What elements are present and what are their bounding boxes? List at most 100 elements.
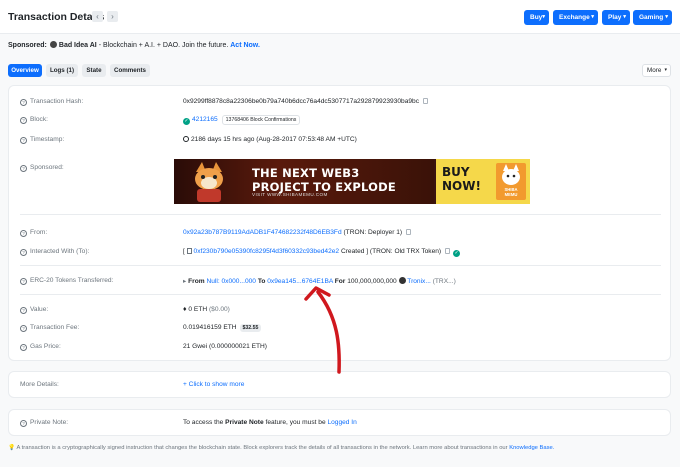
contract-address-link[interactable]: 0xf230b790e05390fc8295f4d3f60332c93bed42… [194,248,340,255]
banner-cta-line1: BUY [442,165,470,179]
help-icon: ? [20,420,27,427]
private-note-value: To access the Private Note feature, you … [183,419,357,426]
private-note-label: ? Private Note: [20,419,68,427]
copy-icon[interactable] [445,248,451,254]
check-circle-icon: ✓ [183,118,190,125]
sponsored-banner-ad[interactable]: THE NEXT WEB3 PROJECT TO EXPLODE VISIT W… [174,159,530,204]
help-icon: ? [20,307,27,314]
help-icon: ? [20,137,27,144]
sponsor-logo-icon [49,41,57,48]
more-options-label: More [647,67,662,74]
sponsor-name: Bad Idea AI [58,42,97,49]
block-label: ? Block: [20,116,48,124]
value-usd: ($0.00) [208,306,230,313]
header-bar: Transaction Details ‹ › Buy ▾ Exchange ▾ P… [0,0,680,34]
timestamp-text: 2186 days 15 hrs ago (Aug-28-2017 07:53:… [191,136,357,143]
tab-comments[interactable]: Comments [110,64,150,77]
banner-cta-line2: NOW! [442,179,481,193]
chevron-right-icon: › [111,12,114,21]
more-options-button[interactable]: More ▾ [642,64,671,77]
note-text-mid: feature, you must be [265,419,326,426]
erc20-transfer: ▸ From Null: 0x000...000 To 0x9ea145...6… [183,277,456,285]
buy-menu-button[interactable]: Buy ▾ [524,10,549,25]
interacted-with-label: ? Interacted With (To): [20,248,89,256]
tx-fee-usd-badge: $32.55 [239,324,262,332]
more-details-card: More Details: + Click to show more [8,371,671,398]
from-value: 0x92a23b787B9119AdADB1F474682232f48D6EB3… [183,229,412,236]
banner-line1: THE NEXT WEB3 [252,166,360,180]
erc20-from-word: From [188,278,205,285]
gas-price-label: ? Gas Price: [20,343,61,351]
note-text-bold: Private Note [225,419,264,426]
show-more-text: + Click to show more [183,381,245,388]
note-text-before: To access the [183,419,224,426]
footer-text: A transaction is a cryptographically sig… [16,445,508,451]
ethereum-icon: ♦ [183,306,187,313]
tab-state[interactable]: State [82,64,106,77]
more-details-label: More Details: [20,381,59,388]
block-confirmations-badge: 13768406 Block Confirmations [221,115,301,125]
from-address-link[interactable]: 0x92a23b787B9119AdADB1F474682232f48D6EB3… [183,229,342,236]
copy-icon[interactable] [406,229,412,235]
created-tag: Created ] [340,248,369,255]
value-eth: 0 ETH [188,306,208,313]
tx-hash-text: 0x9299ff8878c8a22306be0b79a740b6dcc76a4d… [183,98,420,105]
gas-price-gwei: 21 Gwei [183,343,208,350]
erc20-amount: 100,000,000,000 [347,278,397,285]
buy-menu-label: Buy [530,14,543,21]
copy-icon[interactable] [423,98,429,104]
verified-check-icon: ✓ [453,250,461,257]
banner-headline: THE NEXT WEB3 PROJECT TO EXPLODE [252,166,396,194]
erc20-label: ? ERC-20 Tokens Transferred: [20,277,113,285]
sponsored-row-label: ? Sponsored: [20,164,64,172]
erc20-from-link[interactable]: Null: 0x000...000 [206,278,256,285]
exchange-menu-button[interactable]: Exchange ▾ [553,10,598,25]
play-menu-button[interactable]: Play ▾ [602,10,630,25]
private-note-card: ? Private Note: To access the Private Not… [8,409,671,436]
help-icon: ? [20,325,27,332]
tab-overview[interactable]: Overview [8,64,42,77]
shiba-mascot-icon [195,162,223,202]
chevron-left-icon: ‹ [96,12,99,21]
token-link[interactable]: Tronix... [407,278,431,285]
tx-fee-value: 0.019416159 ETH $32.55 [183,324,262,332]
tab-logs[interactable]: Logs (1) [46,64,78,77]
lightbulb-icon: 💡 [8,445,16,451]
help-icon: ? [20,99,27,106]
value-value: ♦ 0 ETH ($0.00) [183,306,230,313]
knowledge-base-link[interactable]: Knowledge Base. [509,445,554,451]
prev-tx-button[interactable]: ‹ [92,11,103,22]
tx-fee-label: ? Transaction Fee: [20,324,79,332]
tx-hash-label: ? Transaction Hash: [20,98,83,106]
erc20-to-link[interactable]: 0x9ea145...6764E1BA [267,278,333,285]
sponsor-cta-link[interactable]: Act Now. [230,42,260,49]
clock-icon [183,136,189,142]
divider [20,214,661,215]
divider [20,265,661,266]
gas-price-eth: (0.000000021 ETH) [209,343,267,350]
show-more-link[interactable]: + Click to show more [183,381,244,388]
login-link[interactable]: Logged In [327,419,356,426]
banner-buy-panel: BUY NOW! SHIBA MEMU [436,159,530,204]
block-number-link[interactable]: 4212165 [192,116,218,123]
help-icon: ? [20,344,27,351]
sponsored-label: Sponsored: [8,42,47,49]
chevron-down-icon: ▾ [542,14,545,20]
contract-name-tag: (TRON: Old TRX Token) [369,248,442,255]
divider [20,294,661,295]
bracket-open: [ [183,248,185,255]
chevron-down-icon: ▾ [665,14,668,20]
page-title: Transaction Details [8,11,105,23]
help-icon: ? [20,249,27,256]
footer-note: 💡 A transaction is a cryptographically s… [8,445,554,451]
shiba-face-icon [502,164,520,185]
play-menu-label: Play [608,14,622,21]
gaming-menu-button[interactable]: Gaming ▾ [633,10,672,25]
timestamp-label: ? Timestamp: [20,136,64,144]
exchange-menu-label: Exchange [559,14,590,21]
banner-url: VISIT WWW.SHIBAMEMU.COM [252,192,328,197]
gas-price-value: 21 Gwei (0.000000021 ETH) [183,343,267,350]
value-label: ? Value: [20,306,48,314]
next-tx-button[interactable]: › [107,11,118,22]
help-icon: ? [20,278,27,285]
